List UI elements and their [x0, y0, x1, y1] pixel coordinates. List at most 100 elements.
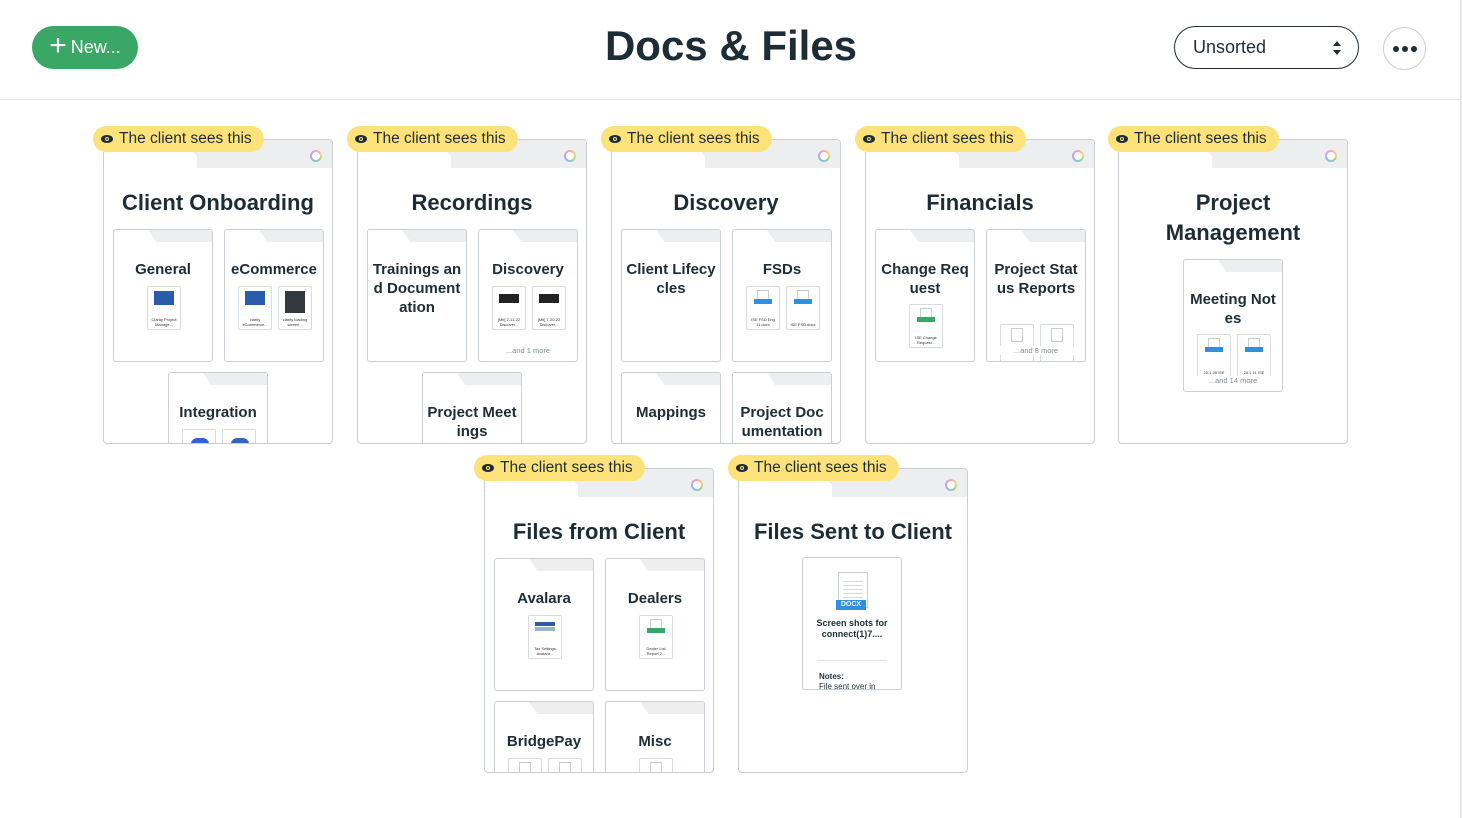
folder-title: Client Onboarding [122, 190, 314, 215]
subfolder-label: Project Status Reports [994, 261, 1078, 297]
sharing-ring-icon [310, 150, 322, 162]
subfolder-label: BridgePay [506, 733, 582, 750]
subfolder-label: FSDs [762, 261, 802, 278]
subfolder-label: Discovery [492, 261, 564, 278]
file-thumbnail[interactable] [222, 429, 256, 443]
file-thumbnail[interactable]: clarity eCommerce... [238, 286, 272, 330]
file-thumbnail[interactable] [548, 758, 582, 772]
file-thumbnail[interactable]: 20.1.28 ISE [1197, 334, 1231, 378]
sort-select-value: Unsorted [1193, 37, 1267, 57]
sharing-ring-icon [1325, 150, 1337, 162]
sharing-ring-icon [1072, 150, 1084, 162]
folder-files-from-client[interactable]: Files from Client Avalara Tax Settings A… [474, 455, 714, 773]
file-extension-badge: DOCX [836, 600, 866, 610]
subfolder-bridgepay[interactable]: BridgePay [494, 701, 594, 772]
subfolder-label: Avalara [517, 590, 571, 607]
eye-icon [482, 464, 494, 472]
client-visible-badge: The client sees this [347, 126, 518, 152]
subfolder-discovery-recordings[interactable]: Discovery [Mtl] 7-11-22 Discover... [Mtl… [478, 229, 578, 362]
subfolder-label: Dealers [627, 590, 683, 607]
more-files-count: ...and 14 more [1184, 376, 1282, 385]
subfolder-label: Client Lifecycles [626, 261, 716, 297]
folder-title: Financials [926, 190, 1034, 215]
subfolder-label: Trainings and Documentation [372, 261, 462, 316]
file-thumbnail[interactable]: Tax Settings Avalara... [528, 615, 562, 659]
subfolder-change-request[interactable]: Change Request ISE Change Request... [875, 229, 975, 362]
file-thumbnail[interactable]: ISE FSD.docx [786, 286, 820, 330]
eye-icon [736, 464, 748, 472]
folder-title: Files from Client [512, 519, 686, 544]
new-button-label: New... [70, 37, 121, 57]
page-header: + New... Docs & Files Unsorted [0, 0, 1462, 100]
subfolder-label: Project Documentation [740, 404, 824, 440]
sort-select[interactable]: Unsorted [1174, 26, 1359, 69]
folder-files-sent-to-client[interactable]: Files Sent to Client DOCX Screen shots f… [728, 455, 968, 773]
subfolder-label: eCommerce [231, 261, 317, 278]
subfolder-project-status-reports[interactable]: Project Status Reports ...and 8 more [986, 229, 1086, 362]
eye-icon [609, 135, 621, 143]
folder-financials[interactable]: Financials Change Request ISE Change Req… [855, 126, 1095, 444]
subfolder-project-documentation[interactable]: Project Documentation [732, 372, 832, 443]
subfolder-avalara[interactable]: Avalara Tax Settings Avalara... [494, 558, 594, 691]
file-thumbnail[interactable]: [Mtl] 7-11-22 Discover... [492, 286, 526, 330]
file-thumbnail[interactable]: Clarity Project Manage... [147, 286, 181, 330]
client-visible-badge: The client sees this [93, 126, 264, 152]
subfolder-label: Misc [638, 733, 672, 750]
subfolder-fsds[interactable]: FSDs ISE FSD Eng 11.docx ISE FSD.docx [732, 229, 832, 362]
client-visible-badge: The client sees this [601, 126, 772, 152]
client-visible-badge: The client sees this [728, 455, 899, 481]
new-button[interactable]: + New... [32, 26, 138, 69]
file-thumbnail[interactable] [1000, 324, 1034, 361]
client-visible-badge: The client sees this [474, 455, 645, 481]
sharing-ring-icon [564, 150, 576, 162]
subfolder-general[interactable]: General Clarity Project Manage... [113, 229, 213, 362]
subfolder-dealers[interactable]: Dealers Dealer List Report 2... [605, 558, 705, 691]
subfolder-integration[interactable]: Integration [168, 372, 268, 443]
file-thumbnail[interactable]: [Mtl] 7-20-22 Discover... [532, 286, 566, 330]
subfolder-client-lifecycles[interactable]: Client Lifecycles [621, 229, 721, 362]
file-thumbnail[interactable] [508, 758, 542, 772]
plus-icon: + [49, 29, 67, 62]
sharing-ring-icon [818, 150, 830, 162]
client-visible-badge: The client sees this [855, 126, 1026, 152]
more-files-count: ...and 8 more [987, 346, 1085, 355]
folder-project-management[interactable]: Project Management Meeting Notes 20.1.28… [1108, 126, 1348, 444]
folder-title: Files Sent to Client [753, 519, 953, 544]
eye-icon [1116, 135, 1128, 143]
subfolder-label: Change Request [881, 261, 969, 297]
subfolder-ecommerce[interactable]: eCommerce clarity eCommerce... clarity l… [224, 229, 324, 362]
folder-discovery[interactable]: Discovery Client Lifecycles FSDs ISE FSD… [601, 126, 841, 444]
folder-client-onboarding[interactable]: Client Onboarding General Clarity Projec… [93, 126, 333, 444]
subfolder-misc[interactable]: Misc [605, 701, 705, 772]
sort-arrows-icon [1333, 41, 1341, 55]
file-thumbnail[interactable]: Dealer List Report 2... [639, 615, 673, 659]
subfolder-meeting-notes[interactable]: Meeting Notes 20.1.28 ISE 20.1.11 ISE ..… [1183, 259, 1283, 392]
folder-title: Recordings [411, 190, 533, 215]
file-thumbnail[interactable] [639, 758, 673, 772]
folder-recordings[interactable]: Recordings Trainings and Documentation D… [347, 126, 587, 444]
subfolder-label: Mappings [636, 404, 706, 421]
file-card[interactable]: DOCX Screen shots for connect(1)7.... No… [802, 557, 902, 691]
file-thumbnail[interactable]: ISE Change Request... [909, 304, 943, 348]
subfolder-mappings[interactable]: Mappings [621, 372, 721, 443]
subfolder-trainings[interactable]: Trainings and Documentation [367, 229, 467, 362]
file-thumbnail[interactable]: clarity loading screen... [278, 286, 312, 330]
file-thumbnail[interactable]: 20.1.11 ISE [1237, 334, 1271, 378]
client-visible-badge: The client sees this [1108, 126, 1279, 152]
file-thumbnail[interactable]: ISE FSD Eng 11.docx [746, 286, 780, 330]
eye-icon [355, 135, 367, 143]
more-options-icon[interactable] [1383, 27, 1426, 70]
file-thumbnail[interactable] [182, 429, 216, 443]
subfolder-label: General [135, 261, 191, 278]
subfolder-label: Meeting Notes [1190, 291, 1276, 327]
eye-icon [101, 135, 113, 143]
subfolder-project-meetings[interactable]: Project Meetings [422, 372, 522, 443]
sharing-ring-icon [691, 479, 703, 491]
sharing-ring-icon [945, 479, 957, 491]
more-files-count: ...and 1 more [505, 346, 551, 355]
eye-icon [863, 135, 875, 143]
notes-text: File sent over in [819, 682, 876, 691]
subfolder-label: Integration [179, 404, 257, 421]
file-name: Screen shots for connect(1)7.... [816, 618, 888, 639]
file-thumbnail[interactable] [1040, 324, 1074, 361]
